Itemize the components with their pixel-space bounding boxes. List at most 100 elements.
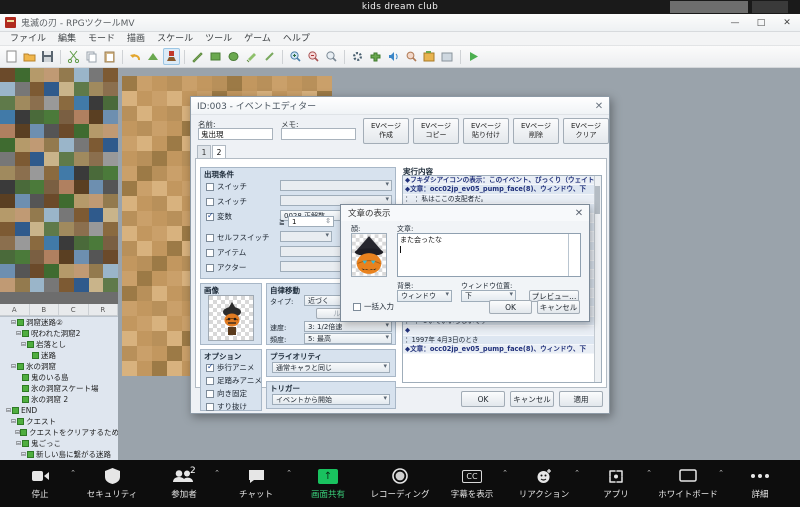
command-list-scrollbar[interactable]: [594, 176, 601, 382]
tileset-cell[interactable]: [44, 264, 59, 278]
movement-frequency-combo[interactable]: 5: 最高: [304, 333, 392, 344]
fill-tool-icon[interactable]: [243, 48, 260, 65]
map-tile[interactable]: [137, 91, 152, 106]
map-tile[interactable]: [152, 226, 167, 241]
zoom-toolbar-shield[interactable]: セキュリティ: [78, 462, 146, 506]
tileset-cell[interactable]: [59, 208, 74, 222]
menu-6[interactable]: ゲーム: [238, 32, 277, 46]
tileset-cell[interactable]: [14, 180, 30, 194]
tileset-cell[interactable]: [88, 96, 104, 110]
zoom-toolbar-screen-share[interactable]: ↑ 画面共有: [294, 462, 362, 506]
tileset-cell[interactable]: [73, 152, 89, 166]
zoom-toolbar-reaction-smiley[interactable]: リアクション ⌃: [510, 462, 580, 506]
tileset-cell[interactable]: [29, 124, 45, 138]
command-line[interactable]: ◆文章：occ02jp_ev05_pump_face(8)、ウィンドウ、下: [403, 345, 601, 355]
tree-expander-icon[interactable]: ⊟: [15, 440, 22, 447]
command-line[interactable]: ◆文章：occ02jp_ev05_pump_face(8)、ウィンドウ、下: [403, 185, 601, 195]
tileset-cell[interactable]: [73, 68, 89, 82]
menu-3[interactable]: 描画: [121, 32, 151, 46]
record-icon[interactable]: [392, 467, 408, 485]
tileset-cell[interactable]: [59, 124, 74, 138]
map-tile[interactable]: [167, 361, 182, 376]
map-tile[interactable]: [137, 151, 152, 166]
tileset-cell[interactable]: [103, 96, 118, 110]
zoom-toolbar-video-stop[interactable]: 停止 ⌃: [6, 462, 76, 506]
option-checkbox-3[interactable]: [206, 402, 214, 411]
map-tile[interactable]: [152, 316, 167, 331]
map-tile[interactable]: [152, 91, 167, 106]
zoom-toolbar-record[interactable]: レコーディング: [366, 462, 434, 506]
tileset-cell[interactable]: [0, 110, 15, 124]
map-tile[interactable]: [167, 301, 182, 316]
option-row-2[interactable]: 向き固定: [206, 388, 247, 399]
tileset-cell[interactable]: [0, 166, 15, 180]
tileset-cell[interactable]: [59, 194, 74, 208]
option-checkbox-1[interactable]: [206, 376, 214, 385]
tileset-cell[interactable]: [44, 68, 59, 82]
map-tile[interactable]: [167, 196, 182, 211]
menu-2[interactable]: モード: [82, 32, 121, 46]
option-row-0[interactable]: 歩行アニメ: [206, 362, 254, 373]
open-project-icon[interactable]: [21, 48, 38, 65]
tileset-cell[interactable]: [0, 82, 15, 96]
map-tile[interactable]: [167, 121, 182, 136]
zoom-out-icon[interactable]: [305, 48, 322, 65]
option-row-1[interactable]: 足踏みアニメ: [206, 375, 262, 386]
map-tile[interactable]: [122, 286, 137, 301]
command-line[interactable]: ：1997年 4月3日のとき: [403, 335, 601, 346]
tileset-cell[interactable]: [44, 124, 59, 138]
map-tile[interactable]: [137, 346, 152, 361]
tileset-cell[interactable]: [59, 222, 74, 236]
map-tile[interactable]: [317, 76, 332, 91]
map-tile[interactable]: [137, 226, 152, 241]
map-tile[interactable]: [167, 346, 182, 361]
tileset-cell[interactable]: [14, 208, 30, 222]
map-tile[interactable]: [122, 121, 137, 136]
tileset-cell[interactable]: [59, 152, 74, 166]
zoom-in-icon[interactable]: [287, 48, 304, 65]
more-dots-icon[interactable]: [750, 467, 770, 485]
chevron-up-icon[interactable]: ⌃: [574, 469, 580, 477]
map-tile[interactable]: [167, 226, 182, 241]
tileset-cell[interactable]: [73, 194, 89, 208]
tileset-cell[interactable]: [103, 124, 118, 138]
map-tile[interactable]: [122, 316, 137, 331]
map-tile[interactable]: [242, 76, 257, 91]
tileset-cell[interactable]: [73, 236, 89, 250]
tileset-cell[interactable]: [29, 138, 45, 152]
map-tile[interactable]: [137, 256, 152, 271]
command-list-scroll-thumb[interactable]: [595, 186, 600, 214]
tileset-cell[interactable]: [59, 68, 74, 82]
show-text-close-icon[interactable]: ✕: [573, 207, 585, 219]
tileset-cell[interactable]: [44, 194, 59, 208]
tileset-cell[interactable]: [103, 110, 118, 124]
map-tile[interactable]: [167, 166, 182, 181]
tileset-cell[interactable]: [88, 110, 104, 124]
tileset-cell[interactable]: [44, 278, 59, 292]
tileset-cell[interactable]: [73, 110, 89, 124]
tileset-cell[interactable]: [103, 208, 118, 222]
map-tile[interactable]: [272, 76, 287, 91]
tileset-cell[interactable]: [103, 152, 118, 166]
tileset-cell[interactable]: [14, 250, 30, 264]
tileset-cell[interactable]: [0, 264, 15, 278]
map-tile[interactable]: [122, 301, 137, 316]
video-stop-icon[interactable]: [31, 467, 49, 485]
paste-icon[interactable]: [101, 48, 118, 65]
map-tree-row[interactable]: 迷路: [0, 350, 118, 361]
self-switch-checkbox[interactable]: [206, 233, 214, 242]
tileset-cell[interactable]: [59, 236, 74, 250]
map-tile[interactable]: [122, 196, 137, 211]
priority-combo[interactable]: 通常キャラと同じ: [272, 362, 390, 373]
map-tree-row[interactable]: ⊟ クエスト: [0, 416, 118, 427]
event-name-input[interactable]: 鬼出現: [198, 128, 273, 140]
tileset-cell[interactable]: [14, 222, 30, 236]
tileset-cell[interactable]: [29, 96, 45, 110]
event-page-tab-1[interactable]: 1: [197, 145, 211, 158]
tileset-tab-strip[interactable]: ABCR: [0, 304, 118, 316]
command-line[interactable]: ： ：私はここの支配者だ。: [403, 194, 601, 205]
tileset-cell[interactable]: [0, 152, 15, 166]
tileset-cell[interactable]: [88, 236, 104, 250]
save-project-icon[interactable]: [39, 48, 56, 65]
map-tile[interactable]: [167, 211, 182, 226]
